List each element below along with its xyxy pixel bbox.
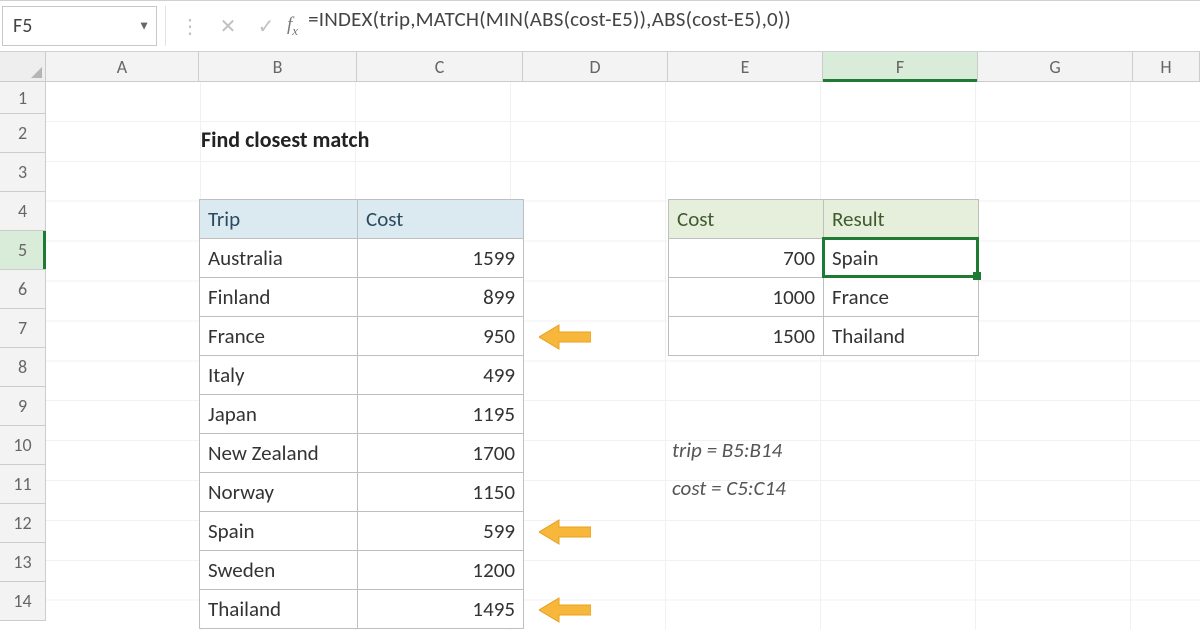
header-cost[interactable]: Cost — [358, 200, 524, 239]
table-row: New Zealand1700 — [200, 434, 524, 473]
table-row: France950 — [200, 317, 524, 356]
header-trip[interactable]: Trip — [200, 200, 358, 239]
cells-area[interactable]: Find closest match Trip Cost Australia15… — [46, 82, 1200, 630]
cell-cost[interactable]: 1500 — [669, 317, 824, 356]
header-cost[interactable]: Cost — [669, 200, 824, 239]
cell-trip[interactable]: Thailand — [200, 590, 358, 629]
drag-handle-icon[interactable]: ⋮ — [171, 6, 209, 46]
cell-trip[interactable]: Japan — [200, 395, 358, 434]
cell-trip[interactable]: Australia — [200, 239, 358, 278]
cell-result[interactable]: France — [824, 278, 979, 317]
cell-cost[interactable]: 1495 — [358, 590, 524, 629]
table-row: Japan1195 — [200, 395, 524, 434]
row-header-2[interactable]: 2 — [0, 114, 46, 153]
table-row: Australia1599 — [200, 239, 524, 278]
table-row: Thailand1495 — [200, 590, 524, 629]
table-row: Italy499 — [200, 356, 524, 395]
named-range-cost-note: cost = C5:C14 — [672, 475, 786, 501]
cell-cost[interactable]: 1200 — [358, 551, 524, 590]
name-box-value: F5 — [13, 14, 32, 38]
grid: 1 2 3 4 5 6 7 8 9 10 11 12 13 14 Find cl… — [0, 82, 1200, 630]
table-row: 1000France — [669, 278, 979, 317]
col-header-A[interactable]: A — [46, 52, 199, 81]
page-title: Find closest match — [201, 126, 369, 153]
cell-cost[interactable]: 700 — [669, 239, 824, 278]
row-headers: 1 2 3 4 5 6 7 8 9 10 11 12 13 14 — [0, 82, 46, 630]
cell-cost[interactable]: 950 — [358, 317, 524, 356]
cell-cost[interactable]: 599 — [358, 512, 524, 551]
table-row: Finland899 — [200, 278, 524, 317]
row-header-9[interactable]: 9 — [0, 387, 46, 426]
named-range-trip-note: trip = B5:B14 — [672, 437, 782, 463]
row-header-13[interactable]: 13 — [0, 543, 46, 582]
row-header-14[interactable]: 14 — [0, 582, 46, 621]
formula-bar: F5 ▼ ⋮ ✕ ✓ fx =INDEX(trip,MATCH(MIN(ABS(… — [0, 0, 1200, 52]
fx-icon[interactable]: fx — [287, 14, 298, 39]
cell-trip[interactable]: France — [200, 317, 358, 356]
cell-trip[interactable]: New Zealand — [200, 434, 358, 473]
col-header-E[interactable]: E — [668, 52, 823, 81]
table-row: Norway1150 — [200, 473, 524, 512]
table-row: Sweden1200 — [200, 551, 524, 590]
formula-input[interactable]: =INDEX(trip,MATCH(MIN(ABS(cost-E5)),ABS(… — [302, 6, 1194, 46]
cell-cost[interactable]: 1599 — [358, 239, 524, 278]
row-header-10[interactable]: 10 — [0, 426, 46, 465]
table-row: 700Spain — [669, 239, 979, 278]
cell-cost[interactable]: 1150 — [358, 473, 524, 512]
cell-result[interactable]: Thailand — [824, 317, 979, 356]
row-header-1[interactable]: 1 — [0, 82, 46, 114]
row-header-7[interactable]: 7 — [0, 309, 46, 348]
row-header-4[interactable]: 4 — [0, 192, 46, 231]
col-header-B[interactable]: B — [199, 52, 357, 81]
cancel-icon[interactable]: ✕ — [209, 6, 247, 46]
table-row: Cost Result — [669, 200, 979, 239]
arrow-left-icon — [539, 518, 591, 546]
table-row: 1500Thailand — [669, 317, 979, 356]
cell-trip[interactable]: Italy — [200, 356, 358, 395]
table-row: Trip Cost — [200, 200, 524, 239]
row-header-8[interactable]: 8 — [0, 348, 46, 387]
name-box[interactable]: F5 ▼ — [2, 6, 157, 46]
chevron-down-icon[interactable]: ▼ — [138, 19, 150, 34]
column-headers: A B C D E F G H — [0, 52, 1200, 82]
col-header-D[interactable]: D — [523, 52, 668, 81]
row-header-3[interactable]: 3 — [0, 153, 46, 192]
col-header-H[interactable]: H — [1133, 52, 1200, 81]
col-header-C[interactable]: C — [357, 52, 523, 81]
cell-cost[interactable]: 899 — [358, 278, 524, 317]
col-header-F[interactable]: F — [823, 52, 978, 81]
trip-table: Trip Cost Australia1599 Finland899 Franc… — [199, 199, 524, 629]
cell-result[interactable]: Spain — [824, 239, 979, 278]
header-result[interactable]: Result — [824, 200, 979, 239]
cell-cost[interactable]: 1700 — [358, 434, 524, 473]
accept-icon[interactable]: ✓ — [247, 6, 285, 46]
select-all-corner[interactable] — [0, 52, 46, 81]
row-header-5[interactable]: 5 — [0, 231, 46, 270]
row-header-6[interactable]: 6 — [0, 270, 46, 309]
row-header-12[interactable]: 12 — [0, 504, 46, 543]
col-header-G[interactable]: G — [978, 52, 1133, 81]
cell-trip[interactable]: Finland — [200, 278, 358, 317]
cell-trip[interactable]: Sweden — [200, 551, 358, 590]
arrow-left-icon — [539, 323, 591, 351]
cell-cost[interactable]: 1195 — [358, 395, 524, 434]
cell-trip[interactable]: Norway — [200, 473, 358, 512]
row-header-11[interactable]: 11 — [0, 465, 46, 504]
arrow-left-icon — [539, 596, 591, 624]
result-table: Cost Result 700Spain 1000France 1500Thai… — [668, 199, 979, 356]
table-row: Spain599 — [200, 512, 524, 551]
cell-cost[interactable]: 1000 — [669, 278, 824, 317]
cell-trip[interactable]: Spain — [200, 512, 358, 551]
cell-cost[interactable]: 499 — [358, 356, 524, 395]
